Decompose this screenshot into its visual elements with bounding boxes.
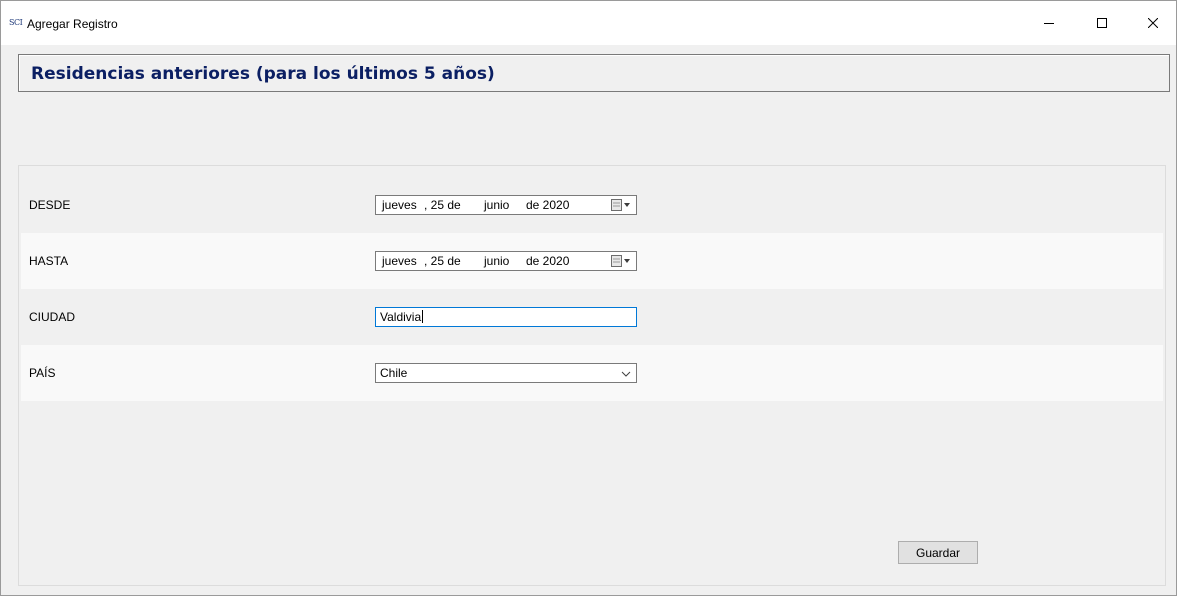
hasta-month[interactable]: junio xyxy=(484,254,509,268)
desde-date-picker[interactable]: jueves , 25 de junio de 2020 xyxy=(375,195,637,215)
pais-value: Chile xyxy=(380,366,408,380)
minimize-icon xyxy=(1044,23,1054,24)
text-caret xyxy=(422,310,424,323)
pais-select[interactable]: Chile xyxy=(375,363,637,383)
calendar-dropdown-icon[interactable] xyxy=(610,254,632,268)
form-row-ciudad: CIUDAD Valdivia xyxy=(21,289,1163,345)
close-icon xyxy=(1148,18,1158,28)
calendar-dropdown-icon[interactable] xyxy=(610,198,632,212)
chevron-down-icon[interactable] xyxy=(621,370,631,378)
window-title: Agregar Registro xyxy=(27,17,118,31)
desde-year[interactable]: de 2020 xyxy=(526,198,569,212)
form-group: DESDE jueves , 25 de junio de 2020 HASTA… xyxy=(18,165,1166,586)
page-title: Residencias anteriores (para los últimos… xyxy=(31,64,495,84)
desde-label: DESDE xyxy=(29,198,71,212)
desde-weekday[interactable]: jueves xyxy=(382,198,417,212)
minimize-button[interactable] xyxy=(1026,1,1072,45)
ciudad-input-text: Valdivia xyxy=(380,310,424,324)
hasta-year[interactable]: de 2020 xyxy=(526,254,569,268)
hasta-label: HASTA xyxy=(29,254,69,268)
ciudad-value: Valdivia xyxy=(380,310,422,324)
maximize-icon xyxy=(1097,18,1107,28)
desde-month[interactable]: junio xyxy=(484,198,509,212)
title-bar[interactable]: SCI Agregar Registro xyxy=(1,1,1176,45)
form-row-hasta: HASTA jueves , 25 de junio de 2020 xyxy=(21,233,1163,289)
ciudad-label: CIUDAD xyxy=(29,310,76,324)
maximize-button[interactable] xyxy=(1079,1,1125,45)
form-row-pais: PAÍS Chile xyxy=(21,345,1163,401)
pais-label: PAÍS xyxy=(29,366,56,380)
add-record-window: SCI Agregar Registro Residencias anterio… xyxy=(0,0,1177,596)
close-button[interactable] xyxy=(1130,1,1176,45)
hasta-date-picker[interactable]: jueves , 25 de junio de 2020 xyxy=(375,251,637,271)
section-header: Residencias anteriores (para los últimos… xyxy=(18,54,1170,92)
hasta-weekday[interactable]: jueves xyxy=(382,254,417,268)
hasta-day[interactable]: , 25 de xyxy=(424,254,461,268)
ciudad-input[interactable]: Valdivia xyxy=(375,307,637,327)
desde-day[interactable]: , 25 de xyxy=(424,198,461,212)
save-button[interactable]: Guardar xyxy=(898,541,978,564)
form-row-desde: DESDE jueves , 25 de junio de 2020 xyxy=(21,177,1163,233)
app-logo-icon: SCI xyxy=(9,18,23,27)
